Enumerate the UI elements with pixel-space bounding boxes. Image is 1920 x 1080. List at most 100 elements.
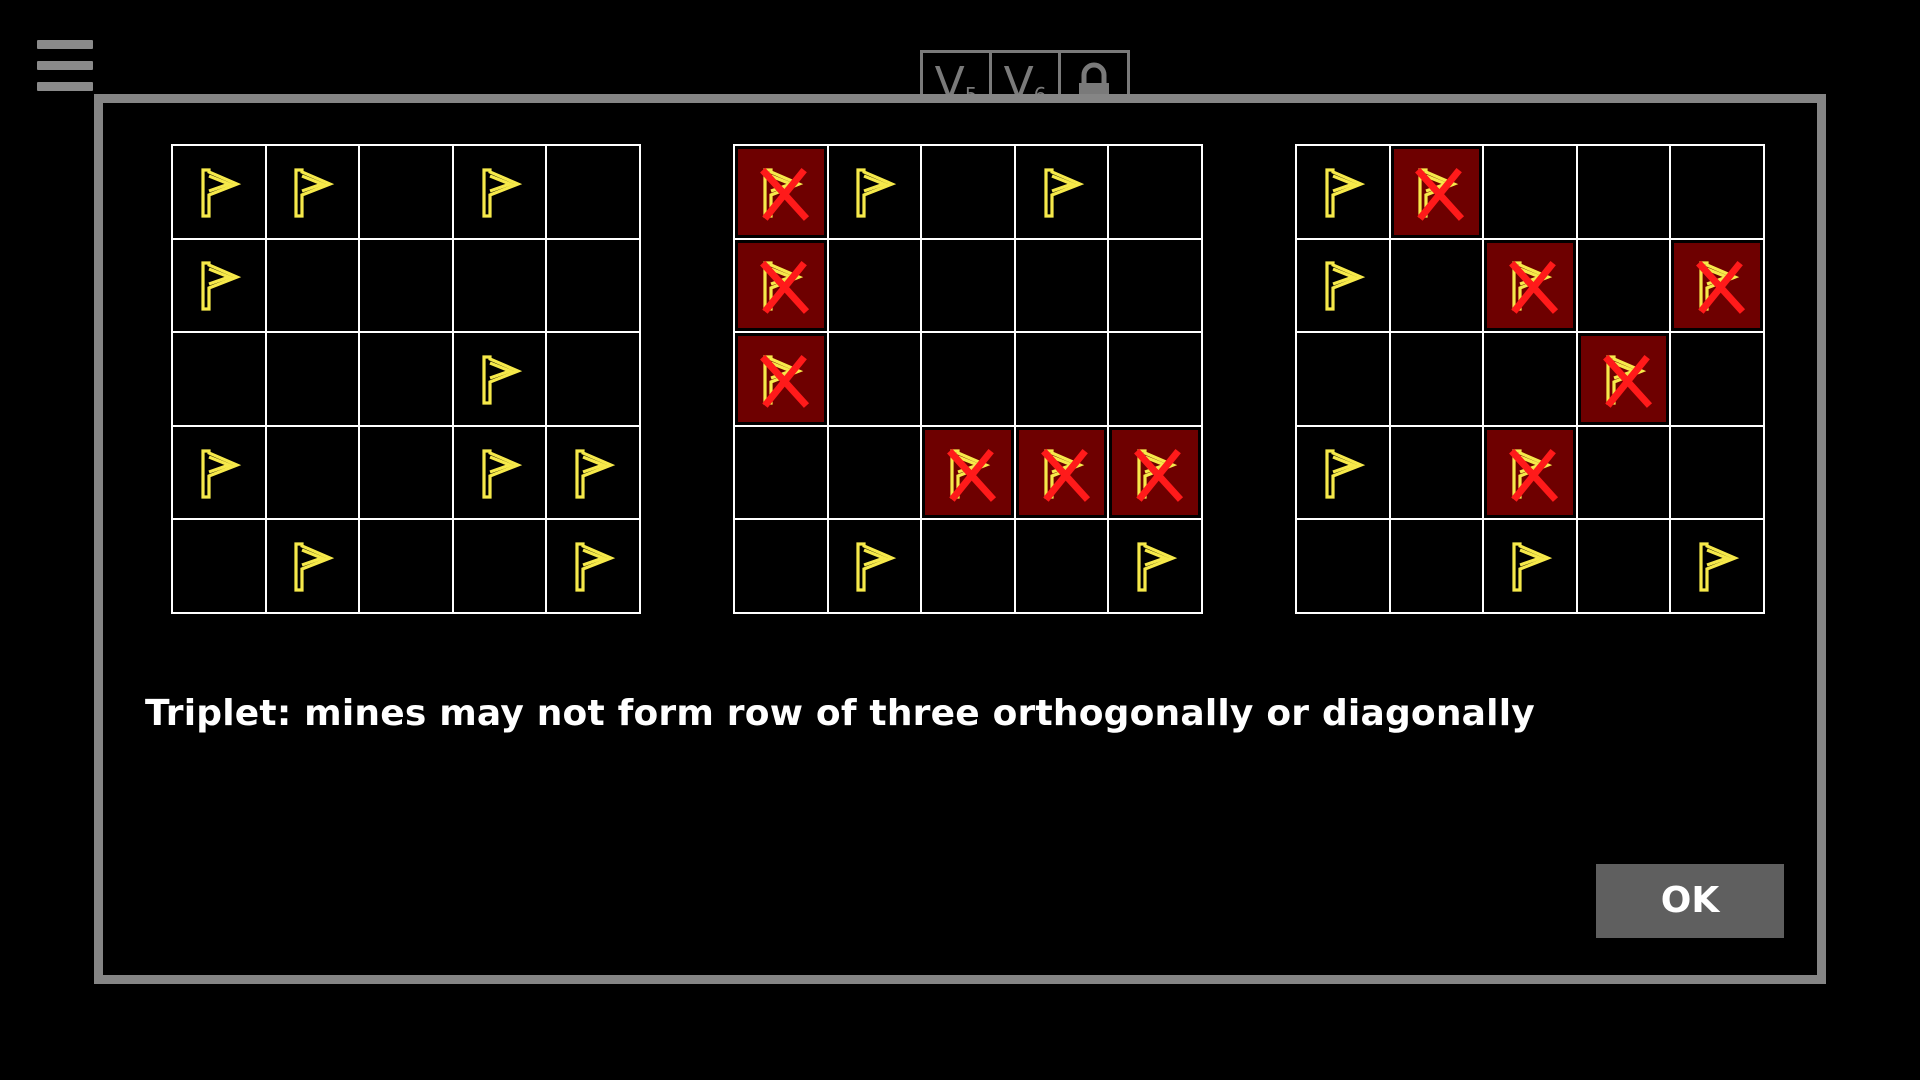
flag-icon — [294, 542, 335, 592]
example-board-valid — [171, 144, 641, 614]
board-cell-empty — [1296, 332, 1390, 426]
invalid-mine-cross-icon — [1509, 261, 1559, 315]
flag-icon — [201, 261, 242, 311]
board-cell-flagged — [827, 145, 922, 239]
board-cell-empty — [1670, 145, 1764, 239]
invalid-mine-cross-icon — [1040, 448, 1090, 502]
board-cell-empty — [1576, 519, 1671, 613]
board-cell-empty — [172, 519, 266, 613]
rule-dialog: Triplet: mines may not form row of three… — [94, 94, 1826, 984]
board-cell-flagged — [546, 519, 640, 613]
board-cell-invalid — [1483, 425, 1577, 520]
board-cell-empty — [359, 238, 453, 333]
flag-icon — [575, 448, 616, 499]
board-cell-flagged — [452, 425, 547, 520]
board-cell-empty — [1014, 238, 1109, 333]
board-cell-empty — [546, 332, 640, 426]
board-cell-empty — [359, 332, 453, 426]
board-cell-invalid — [734, 145, 828, 239]
board-cell-flagged — [546, 425, 640, 520]
invalid-mine-cross-icon — [759, 261, 809, 315]
board-cell-empty — [1014, 519, 1109, 613]
board-cell-invalid — [1389, 145, 1484, 239]
flag-icon — [201, 168, 242, 218]
flag-icon — [1043, 168, 1084, 218]
board-cell-flagged — [265, 145, 360, 239]
board-cell-invalid — [1576, 332, 1671, 426]
invalid-mine-cross-icon — [947, 448, 997, 502]
flag-icon — [856, 542, 897, 592]
board-cell-empty — [921, 238, 1015, 333]
board-cell-flagged — [1483, 519, 1577, 613]
board-cell-empty — [734, 425, 828, 520]
board-cell-empty — [265, 425, 360, 520]
board-cell-flagged — [265, 519, 360, 613]
example-board-invalid-diagonal — [1295, 144, 1765, 614]
flag-icon — [294, 168, 335, 218]
board-cell-empty — [1576, 145, 1671, 239]
flag-icon — [481, 168, 522, 218]
board-cell-invalid — [1670, 238, 1764, 333]
board-cell-flagged — [1296, 238, 1390, 333]
board-cell-empty — [1389, 238, 1484, 333]
flag-icon — [201, 448, 242, 499]
board-cell-empty — [1296, 519, 1390, 613]
ok-button[interactable]: OK — [1596, 864, 1784, 938]
board-cell-flagged — [1014, 145, 1109, 239]
board-cell-empty — [359, 519, 453, 613]
board-cell-flagged — [1670, 519, 1764, 613]
board-cell-empty — [1389, 332, 1484, 426]
board-cell-flagged — [452, 145, 547, 239]
rule-description: Triplet: mines may not form row of three… — [145, 693, 1535, 734]
invalid-mine-cross-icon — [759, 167, 809, 221]
board-cell-empty — [452, 519, 547, 613]
board-cell-invalid — [734, 238, 828, 333]
flag-icon — [1512, 542, 1553, 592]
board-cell-empty — [921, 519, 1015, 613]
board-cell-empty — [546, 238, 640, 333]
flag-icon — [1325, 168, 1366, 218]
board-cell-empty — [827, 332, 922, 426]
board-cell-invalid — [1108, 425, 1202, 520]
invalid-mine-cross-icon — [1696, 261, 1746, 315]
board-cell-flagged — [1108, 519, 1202, 613]
board-cell-empty — [1670, 332, 1764, 426]
board-cell-empty — [1576, 238, 1671, 333]
hamburger-menu-icon[interactable] — [37, 40, 93, 92]
flag-icon — [481, 448, 522, 499]
invalid-mine-cross-icon — [1602, 354, 1652, 408]
board-cell-empty — [1108, 332, 1202, 426]
board-cell-empty — [827, 425, 922, 520]
board-cell-invalid — [734, 332, 828, 426]
board-cell-empty — [1670, 425, 1764, 520]
board-cell-empty — [1483, 145, 1577, 239]
board-cell-empty — [1108, 145, 1202, 239]
menu-bar — [37, 61, 93, 70]
menu-bar — [37, 40, 93, 49]
board-cell-empty — [452, 238, 547, 333]
flag-icon — [856, 168, 897, 218]
invalid-mine-cross-icon — [1509, 448, 1559, 502]
board-cell-flagged — [1296, 145, 1390, 239]
board-cell-empty — [359, 425, 453, 520]
board-cell-empty — [172, 332, 266, 426]
board-cell-empty — [734, 519, 828, 613]
board-cell-empty — [1576, 425, 1671, 520]
board-cell-empty — [1483, 332, 1577, 426]
board-cell-empty — [1389, 425, 1484, 520]
board-cell-empty — [921, 145, 1015, 239]
flag-icon — [1325, 448, 1366, 499]
board-cell-flagged — [172, 425, 266, 520]
board-cell-invalid — [921, 425, 1015, 520]
board-cell-empty — [1014, 332, 1109, 426]
board-cell-empty — [921, 332, 1015, 426]
flag-icon — [575, 542, 616, 592]
flag-icon — [1137, 542, 1178, 592]
invalid-mine-cross-icon — [1415, 167, 1465, 221]
invalid-mine-cross-icon — [759, 354, 809, 408]
board-cell-empty — [265, 238, 360, 333]
board-cell-empty — [359, 145, 453, 239]
invalid-mine-cross-icon — [1134, 448, 1184, 502]
board-cell-flagged — [1296, 425, 1390, 520]
example-board-invalid-orthogonal — [733, 144, 1203, 614]
